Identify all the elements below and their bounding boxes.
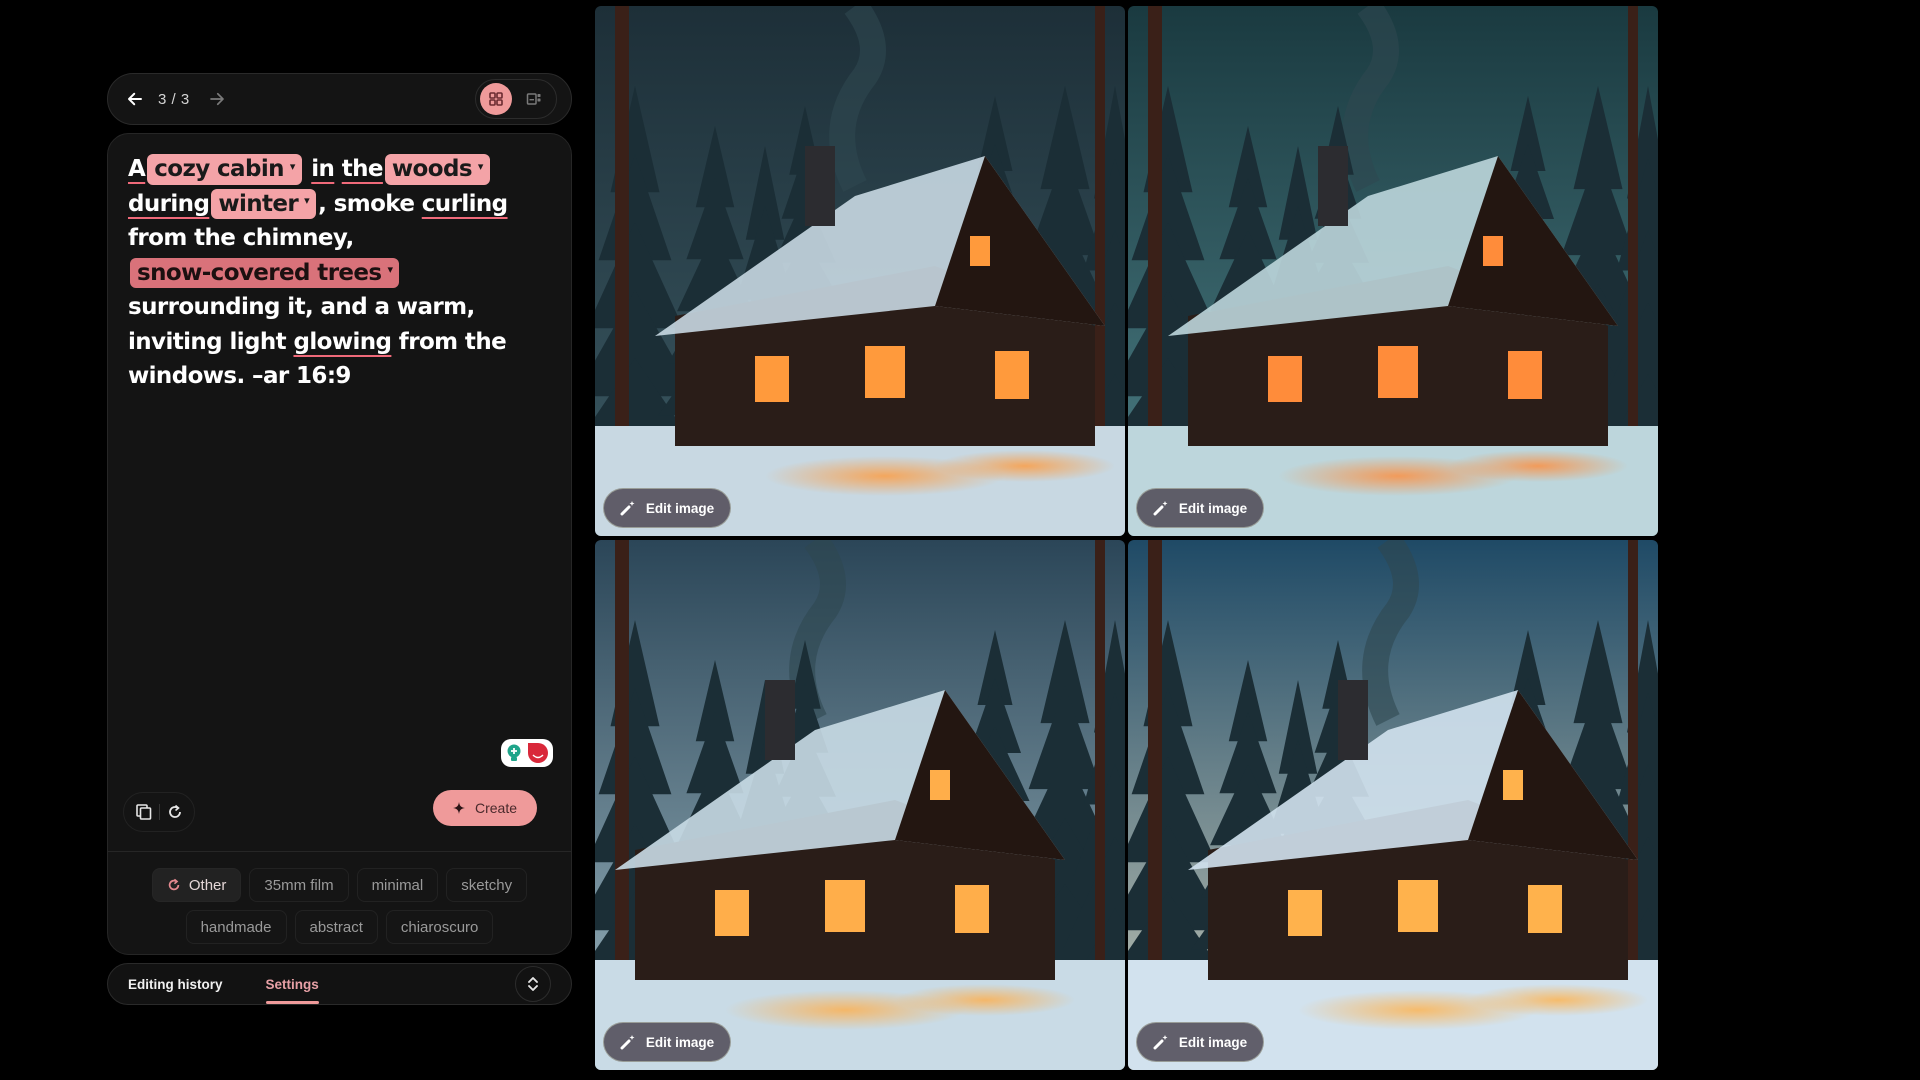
chevron-down-icon: ▾ [289, 159, 296, 173]
smile-icon [528, 743, 548, 763]
style-chip-label: minimal [371, 876, 424, 894]
prompt-keyword[interactable]: during [128, 191, 210, 217]
style-chip-label: abstract [309, 918, 363, 936]
prompt-token-chip[interactable]: winter ▾ [211, 188, 317, 219]
style-chip-chiaroscuro[interactable]: chiaroscuro [385, 910, 494, 944]
image-grid: Edit image Edit image Edit image Edit im… [595, 6, 1658, 1070]
style-suggestions: Other 35mm film minimal sketchy handmade abst… [108, 868, 571, 944]
style-chip-abstract[interactable]: abstract [294, 910, 378, 944]
image-pager-bar: 3 / 3 [107, 73, 572, 125]
arrow-right-icon [209, 92, 224, 106]
cabin-image [595, 540, 1125, 1070]
prompt-text-segment: , smoke [318, 190, 422, 217]
style-chip-label: handmade [200, 918, 272, 936]
view-toggle [475, 79, 557, 119]
chevron-down-icon: ▾ [387, 263, 394, 276]
bottom-tab-bar: Editing history Settings [107, 963, 572, 1005]
grid-icon [489, 92, 503, 106]
prompt-panel: Acozy cabin ▾ in the woods ▾ during winter ▾,… [107, 133, 572, 955]
single-image-icon [526, 93, 541, 105]
reset-button[interactable] [163, 800, 187, 824]
separator [158, 804, 160, 820]
arrow-left-icon [128, 92, 142, 106]
tab-settings[interactable]: Settings [265, 963, 320, 1005]
style-chip-label: sketchy [461, 876, 513, 894]
previous-button[interactable] [122, 86, 148, 112]
sparkle-icon [452, 802, 465, 814]
refresh-icon [168, 804, 181, 818]
edit-image-button[interactable]: Edit image [603, 1022, 731, 1062]
prompt-editor[interactable]: Acozy cabin ▾ in the woods ▾ during winter ▾,… [128, 152, 558, 394]
prompt-keyword[interactable]: glowing [293, 329, 392, 355]
divider [108, 851, 571, 852]
cabin-image [595, 6, 1125, 536]
generated-image-4[interactable]: Edit image [1128, 540, 1658, 1070]
magic-wand-icon [620, 1035, 635, 1050]
prompt-keyword[interactable]: curling [422, 191, 508, 217]
edit-image-button[interactable]: Edit image [1136, 488, 1264, 528]
chip-label: snow-covered trees [137, 259, 382, 286]
page-counter: 3 / 3 [158, 90, 190, 108]
style-chip-label: chiaroscuro [400, 918, 479, 936]
style-chip-sketchy[interactable]: sketchy [446, 868, 528, 902]
create-button[interactable]: Create [433, 790, 537, 826]
style-chip-other[interactable]: Other [151, 868, 242, 902]
edit-image-button[interactable]: Edit image [603, 488, 731, 528]
grid-view-button[interactable] [480, 83, 512, 115]
generated-image-2[interactable]: Edit image [1128, 6, 1658, 536]
magic-wand-icon [1153, 501, 1168, 516]
unfold-icon [528, 977, 538, 991]
prompt-token-chip[interactable]: cozy cabin ▾ [147, 154, 302, 185]
style-chip-label: Other [188, 876, 227, 894]
prompt-keyword[interactable]: in [311, 156, 335, 182]
prompt-text-segment: from the chimney, [128, 225, 354, 251]
style-row: Other 35mm film minimal sketchy [151, 868, 528, 902]
chevron-down-icon: ▾ [304, 194, 310, 207]
style-chip-label: 35mm film [264, 876, 334, 894]
style-chip-35mm-film[interactable]: 35mm film [249, 868, 349, 902]
prompt-token-chip[interactable]: woods ▾ [384, 154, 490, 185]
expand-button[interactable] [515, 966, 551, 1002]
edit-image-label: Edit image [645, 1034, 715, 1050]
style-chip-handmade[interactable]: handmade [185, 910, 287, 944]
copy-icon [135, 804, 151, 820]
generated-image-1[interactable]: Edit image [595, 6, 1125, 536]
style-chip-minimal[interactable]: minimal [356, 868, 439, 902]
magic-wand-icon [1153, 1035, 1168, 1050]
chevron-down-icon: ▾ [477, 159, 484, 173]
prompt-text-segment [334, 156, 341, 182]
chip-label: woods [391, 156, 473, 182]
refresh-icon [168, 878, 180, 891]
tab-editing-history[interactable]: Editing history [128, 963, 223, 1005]
edit-image-label: Edit image [1178, 500, 1248, 516]
prompt-token-chip[interactable]: snow-covered trees ▾ [130, 257, 400, 288]
prompt-keyword[interactable]: the [342, 156, 384, 182]
prompt-keyword[interactable]: A [128, 156, 146, 182]
edit-image-label: Edit image [1178, 1034, 1248, 1050]
generated-image-3[interactable]: Edit image [595, 540, 1125, 1070]
edit-image-button[interactable]: Edit image [1136, 1022, 1264, 1062]
next-button[interactable] [204, 86, 230, 112]
magic-wand-icon [620, 501, 635, 516]
lightbulb-icon [507, 744, 521, 761]
cabin-image [1128, 540, 1658, 1070]
prompt-actions [123, 792, 195, 832]
chip-label: cozy cabin [154, 156, 284, 182]
assistant-badge[interactable] [501, 739, 553, 767]
cabin-image [1128, 6, 1658, 536]
chip-label: winter [218, 190, 299, 217]
edit-image-label: Edit image [645, 500, 715, 516]
create-label: Create [474, 800, 518, 816]
copy-button[interactable] [132, 800, 156, 824]
style-row: handmade abstract chiaroscuro [185, 910, 494, 944]
single-view-button[interactable] [518, 83, 550, 115]
